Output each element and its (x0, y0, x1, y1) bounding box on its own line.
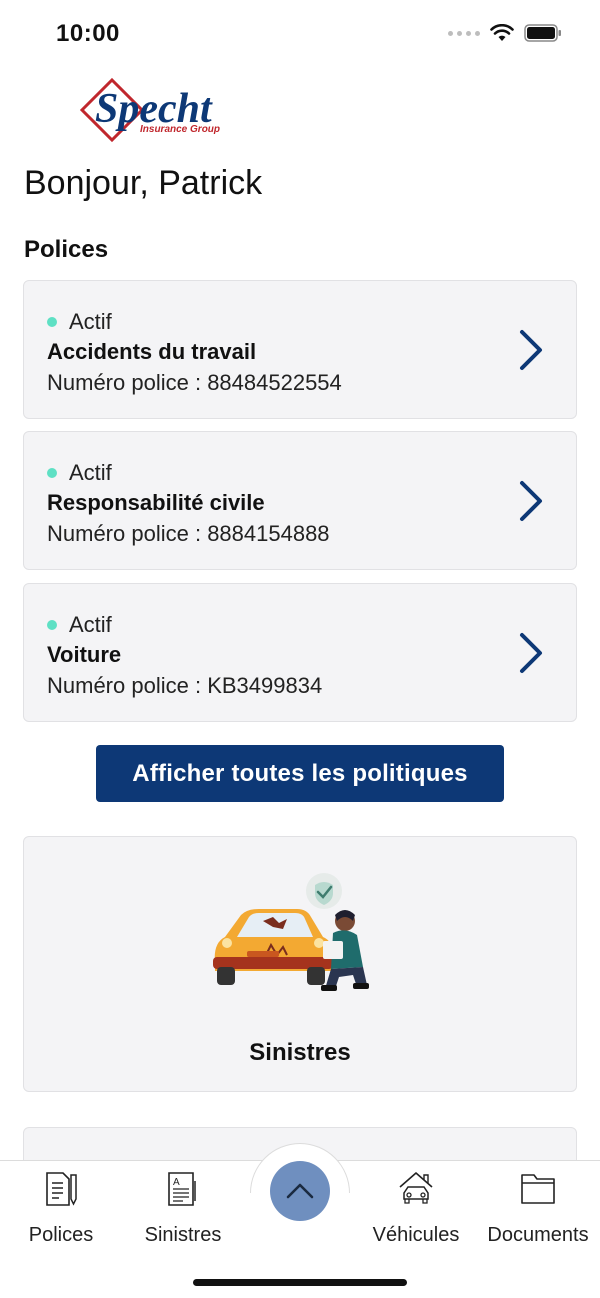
policy-card[interactable]: Actif Voiture Numéro police : KB3499834 (23, 583, 577, 722)
car-garage-icon (399, 1172, 433, 1204)
status-dot-icon (47, 468, 57, 478)
policy-number-value: 8884154888 (207, 521, 330, 546)
policy-name: Responsabilité civile (47, 490, 265, 515)
policy-name: Voiture (47, 642, 122, 667)
policy-number-value: 88484522554 (207, 370, 342, 395)
claims-card[interactable]: Sinistres (23, 836, 577, 1092)
status-dot-icon (47, 317, 57, 327)
tab-label: Documents (487, 1224, 589, 1246)
home-indicator[interactable] (193, 1279, 407, 1286)
policy-status: Actif (47, 309, 112, 335)
expand-menu-button[interactable] (270, 1161, 330, 1221)
chevron-up-icon (286, 1183, 314, 1199)
policy-status: Actif (47, 612, 112, 638)
policies-section-title: Polices (24, 236, 109, 263)
policy-status: Actif (47, 460, 112, 486)
logo-subtext: Insurance Group (140, 124, 220, 135)
policy-number-label: Numéro police : (47, 673, 208, 698)
signal-icon (448, 30, 480, 36)
claims-label: Sinistres (249, 1039, 351, 1066)
policy-number-label: Numéro police : (47, 521, 208, 546)
wifi-icon (490, 24, 514, 41)
policy-name: Accidents du travail (47, 339, 257, 364)
tab-documents[interactable]: Documents (478, 1169, 598, 1249)
policy-status-label: Actif (69, 309, 112, 334)
policy-number-value: KB3499834 (207, 673, 323, 698)
chevron-right-icon[interactable] (516, 479, 546, 523)
policy-status-label: Actif (69, 460, 112, 485)
claims-document-icon: A (168, 1172, 196, 1206)
policy-number: Numéro police : 88484522554 (47, 370, 342, 396)
chevron-right-icon[interactable] (516, 328, 546, 372)
policy-card[interactable]: Actif Responsabilité civile Numéro polic… (23, 431, 577, 570)
policy-card[interactable]: Actif Accidents du travail Numéro police… (23, 280, 577, 419)
tab-polices[interactable]: Polices (1, 1169, 121, 1249)
car-claim-illustration (213, 873, 369, 991)
battery-icon (524, 24, 561, 42)
status-time: 10:00 (56, 20, 120, 47)
tab-sinistres[interactable]: A Sinistres (123, 1169, 243, 1249)
policy-number: Numéro police : KB3499834 (47, 673, 322, 699)
policy-number-label: Numéro police : (47, 370, 208, 395)
tab-label: Véhicules (372, 1224, 460, 1246)
policy-number: Numéro police : 8884154888 (47, 521, 330, 547)
greeting: Bonjour, Patrick (24, 164, 263, 202)
policy-status-label: Actif (69, 612, 112, 637)
tab-vehicules[interactable]: Véhicules (356, 1169, 476, 1249)
specht-logo: Specht Insurance Group (79, 76, 230, 146)
status-dot-icon (47, 620, 57, 630)
status-bar: 10:00 (0, 0, 600, 70)
status-icons (448, 24, 562, 42)
policy-document-icon (46, 1172, 77, 1206)
svg-text:A: A (173, 1177, 180, 1188)
view-all-policies-button[interactable]: Afficher toutes les politiques (96, 745, 504, 802)
chevron-right-icon[interactable] (516, 631, 546, 675)
tab-label: Sinistres (144, 1224, 222, 1246)
folder-icon (521, 1174, 555, 1204)
tab-label: Polices (28, 1224, 94, 1246)
